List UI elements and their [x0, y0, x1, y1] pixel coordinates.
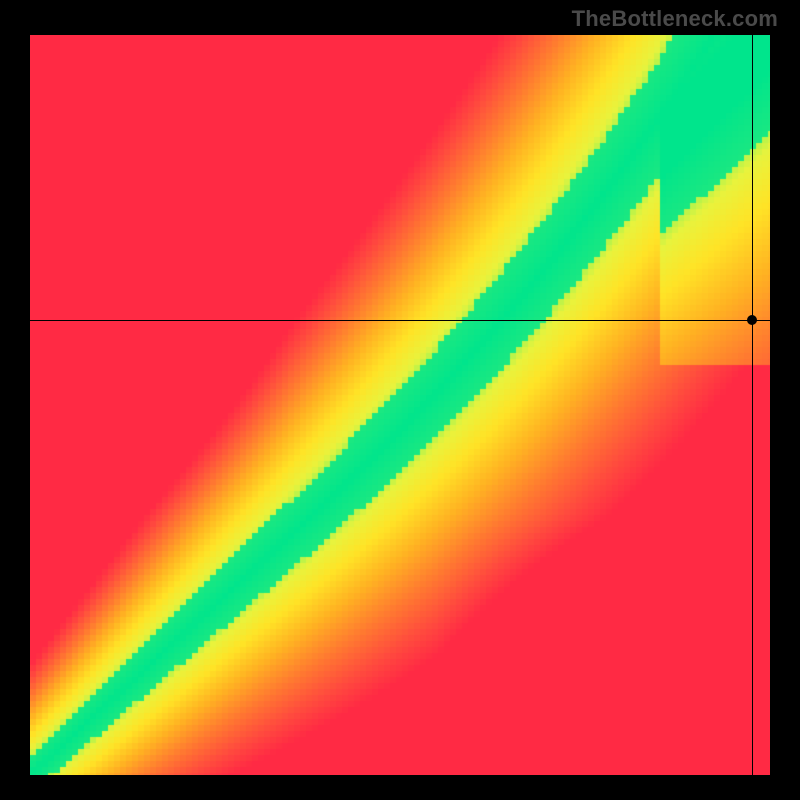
chart-container: TheBottleneck.com [0, 0, 800, 800]
attribution-label: TheBottleneck.com [572, 6, 778, 32]
heatmap-canvas [30, 35, 770, 775]
heatmap-plot [30, 35, 770, 775]
